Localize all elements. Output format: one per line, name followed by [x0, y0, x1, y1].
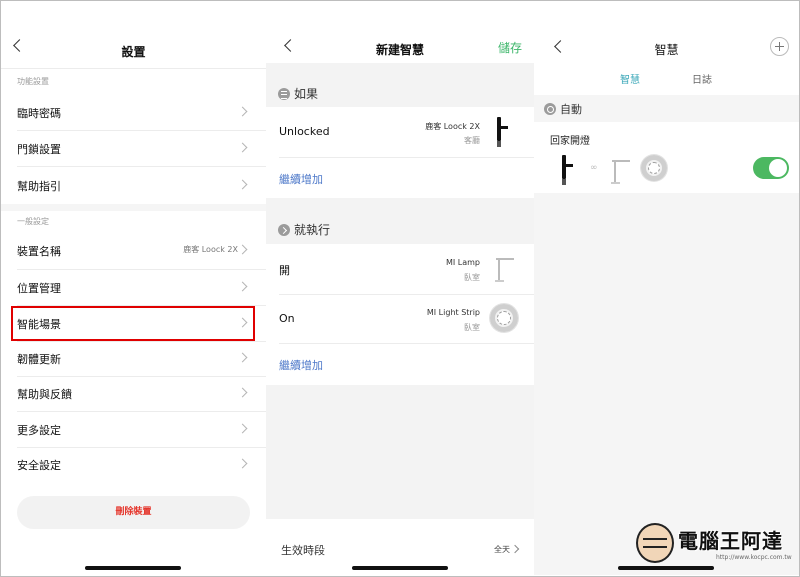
chevron-right-icon	[237, 423, 248, 434]
lamp-icon	[608, 156, 634, 186]
settings-panel: 設置 功能設置 臨時密碼 門鎖設置 幫助指引 一般設定 裝置名稱 鹿客 Looc…	[1, 1, 266, 575]
add-condition-link[interactable]: 繼續增加	[279, 171, 323, 187]
scene-card[interactable]: 回家開燈 ∞	[534, 122, 799, 193]
then-label: 就執行	[294, 223, 331, 237]
condition-state: Unlocked	[279, 125, 330, 138]
condition-device-room: 客廳	[464, 136, 480, 145]
watermark-logo: 電腦王阿達 http://www.kocpc.com.tw	[632, 521, 792, 567]
link-icon: ∞	[590, 163, 598, 173]
chevron-right-icon	[237, 244, 248, 255]
settings-item-device-name[interactable]: 裝置名稱 鹿客 Loock 2X	[1, 232, 266, 268]
auto-icon	[544, 103, 556, 115]
device-name-value: 鹿客 Loock 2X	[183, 245, 238, 254]
settings-item-label: 臨時密碼	[17, 107, 61, 120]
mascot-face-icon	[636, 523, 674, 563]
settings-item-firmware[interactable]: 韌體更新	[1, 340, 266, 376]
chevron-right-icon	[237, 352, 248, 363]
section-label-general: 一般設定	[17, 217, 49, 226]
action-device-name: MI Lamp	[445, 258, 480, 267]
if-section-header: 如果	[278, 85, 318, 102]
page-title: 智慧	[654, 43, 679, 57]
save-button[interactable]: 儲存	[498, 39, 522, 56]
light-strip-icon	[490, 304, 518, 332]
add-action-link[interactable]: 繼續增加	[279, 357, 323, 373]
then-section: 開 MI Lamp 臥室 On MI Light Strip 臥室 繼續增加	[266, 244, 534, 385]
chevron-right-icon	[237, 142, 248, 153]
settings-item-label: 幫助與反饋	[17, 388, 72, 401]
chevron-right-icon	[237, 281, 248, 292]
new-scene-header: 新建智慧 儲存	[266, 1, 534, 63]
if-label: 如果	[294, 87, 319, 101]
row-divider	[279, 157, 534, 158]
chevron-right-icon	[237, 387, 248, 398]
settings-item-lock-settings[interactable]: 門鎖設置	[1, 130, 266, 166]
section-gap	[1, 204, 266, 211]
scene-name: 回家開燈	[550, 136, 590, 147]
settings-item-more[interactable]: 更多設定	[1, 411, 266, 447]
condition-device-name: 鹿客 Loock 2X	[425, 122, 480, 131]
row-divider	[279, 294, 534, 295]
arrow-right-icon	[278, 224, 290, 236]
action-device-name: MI Light Strip	[426, 308, 480, 317]
chevron-right-icon	[237, 106, 248, 117]
add-scene-button[interactable]	[770, 37, 789, 56]
if-section: Unlocked 鹿客 Loock 2X 客廳 繼續增加	[266, 107, 534, 198]
settings-item-label: 安全設定	[17, 459, 61, 472]
chevron-right-icon	[237, 179, 248, 190]
watermark-text: 電腦王阿達	[678, 529, 783, 553]
lamp-icon	[492, 254, 518, 284]
auto-section-header: 自動	[544, 101, 582, 117]
action-device-room: 臥室	[464, 323, 480, 332]
smart-lock-icon	[497, 117, 508, 147]
settings-header: 設置	[1, 1, 266, 65]
tab-smart[interactable]: 智慧	[620, 71, 640, 86]
chevron-right-icon	[237, 458, 248, 469]
page-title: 新建智慧	[375, 43, 424, 57]
settings-item-label: 幫助指引	[17, 180, 61, 193]
action-state: 開	[279, 264, 290, 277]
settings-item-label: 韌體更新	[17, 353, 61, 366]
smart-header: 智慧 智慧 日誌	[534, 1, 799, 95]
settings-item-help-guide[interactable]: 幫助指引	[1, 167, 266, 203]
settings-item-temp-password[interactable]: 臨時密碼	[1, 94, 266, 130]
delete-device-button[interactable]: 刪除裝置	[17, 496, 250, 529]
settings-item-location[interactable]: 位置管理	[1, 269, 266, 305]
effective-time-value: 全天	[494, 545, 510, 554]
settings-item-label: 門鎖設置	[17, 143, 61, 156]
tab-log[interactable]: 日誌	[692, 71, 712, 86]
list-icon	[278, 88, 290, 100]
home-indicator[interactable]	[85, 566, 181, 570]
effective-time-label: 生效時段	[281, 544, 325, 557]
settings-item-label: 更多設定	[17, 424, 61, 437]
watermark-url: http://www.kocpc.com.tw	[716, 554, 792, 561]
highlight-box	[11, 306, 255, 341]
auto-label: 自動	[560, 103, 582, 116]
settings-item-label: 裝置名稱	[17, 245, 61, 258]
section-label-function: 功能設置	[17, 77, 49, 86]
home-indicator[interactable]	[352, 566, 448, 570]
scene-toggle-switch[interactable]	[753, 157, 789, 179]
light-strip-icon	[641, 155, 667, 181]
toggle-knob	[769, 159, 787, 177]
page-title: 設置	[121, 45, 146, 59]
action-state: On	[279, 312, 295, 325]
action-device-room: 臥室	[464, 273, 480, 282]
settings-item-label: 位置管理	[17, 282, 61, 295]
chevron-right-icon	[510, 544, 520, 554]
smart-panel: 智慧 智慧 日誌 自動 回家開燈 ∞	[534, 1, 799, 575]
smart-lock-icon	[562, 155, 573, 185]
new-scene-panel: 新建智慧 儲存 如果 Unlocked 鹿客 Loock 2X 客廳 繼續增加 …	[266, 1, 534, 575]
row-divider	[279, 343, 534, 344]
settings-item-security[interactable]: 安全設定	[1, 446, 266, 482]
header-divider	[1, 68, 266, 69]
then-section-header: 就執行	[278, 221, 330, 238]
settings-item-feedback[interactable]: 幫助與反饋	[1, 375, 266, 411]
